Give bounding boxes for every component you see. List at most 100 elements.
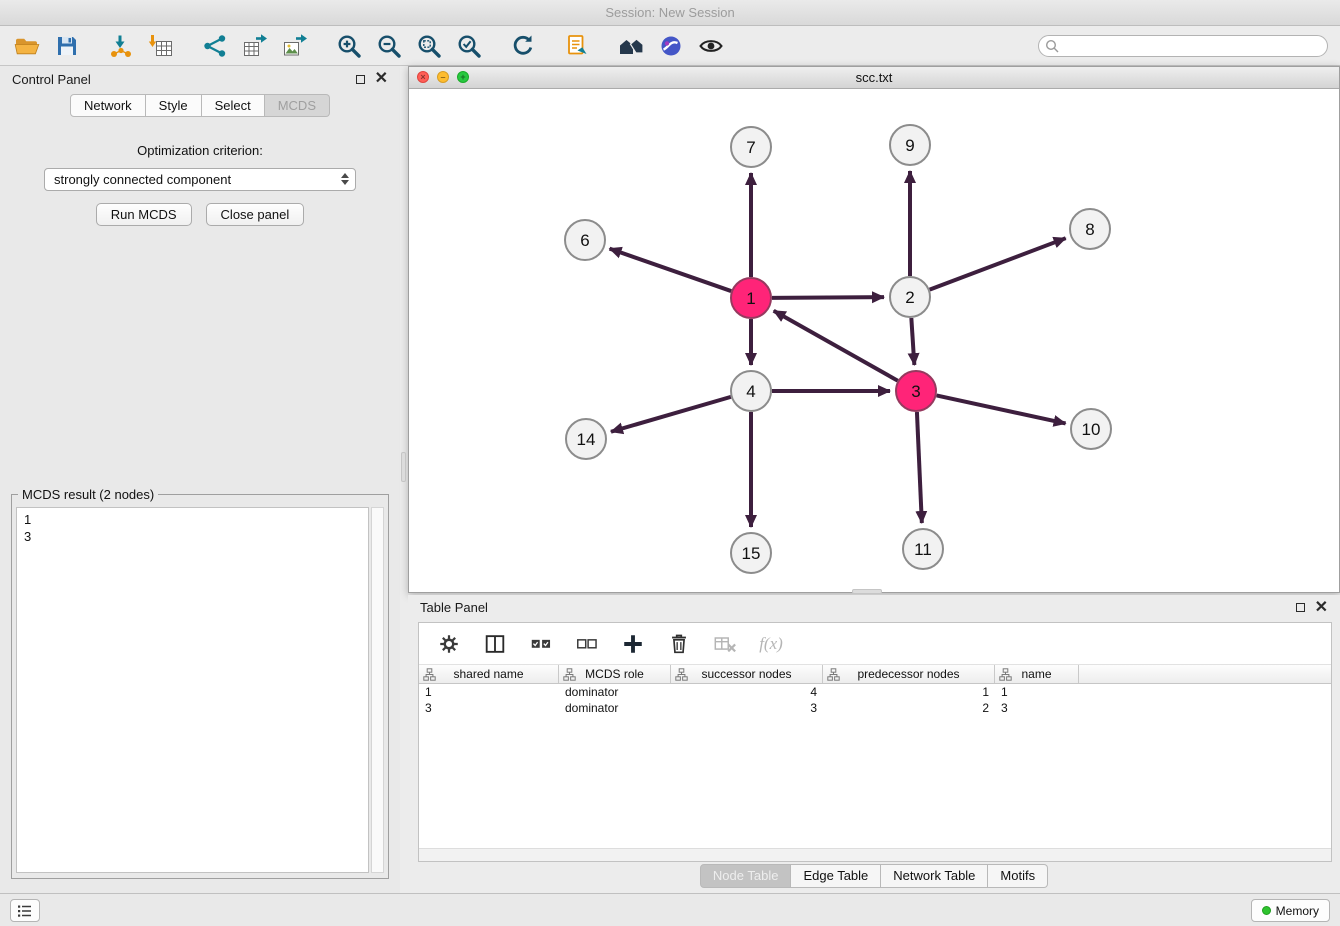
close-window-icon[interactable]: × xyxy=(417,71,429,83)
float-panel-icon[interactable] xyxy=(356,75,365,84)
table-row[interactable]: 1dominator411 xyxy=(419,684,1331,700)
node-9[interactable]: 9 xyxy=(890,125,930,165)
toolbar-group xyxy=(562,31,592,61)
home-button[interactable] xyxy=(616,31,646,61)
table-cell[interactable]: dominator xyxy=(559,684,671,700)
float-table-panel-icon[interactable] xyxy=(1296,603,1305,612)
table-horizontal-scrollbar[interactable] xyxy=(419,848,1331,861)
close-panel-icon[interactable]: ✕ xyxy=(375,71,388,87)
close-panel-button[interactable]: Close panel xyxy=(206,203,305,226)
share-network-button[interactable] xyxy=(200,31,230,61)
mcds-result-list[interactable]: 13 xyxy=(16,507,369,873)
refresh-button[interactable] xyxy=(508,31,538,61)
table-tab-motifs[interactable]: Motifs xyxy=(988,864,1048,888)
column-header-name[interactable]: name xyxy=(995,665,1079,683)
mcds-result-scrollbar[interactable] xyxy=(371,507,384,873)
mcds-result-item[interactable]: 3 xyxy=(24,528,361,545)
delete-row-icon xyxy=(667,632,691,656)
add-row-button[interactable] xyxy=(619,630,647,658)
criterion-dropdown[interactable]: strongly connected component xyxy=(44,168,356,191)
node-11[interactable]: 11 xyxy=(903,529,943,569)
memory-button[interactable]: Memory xyxy=(1251,899,1330,922)
column-header-mcds-role[interactable]: MCDS role xyxy=(559,665,671,683)
zoom-in-button[interactable] xyxy=(334,31,364,61)
table-cell[interactable]: 2 xyxy=(823,700,995,716)
task-history-button[interactable] xyxy=(10,899,40,922)
edge-3-11[interactable] xyxy=(917,412,922,523)
node-1[interactable]: 1 xyxy=(731,278,771,318)
style-button[interactable] xyxy=(656,31,686,61)
node-4[interactable]: 4 xyxy=(731,371,771,411)
zoom-out-icon xyxy=(376,33,402,59)
open-folder-button[interactable] xyxy=(12,31,42,61)
node-2[interactable]: 2 xyxy=(890,277,930,317)
node-6[interactable]: 6 xyxy=(565,220,605,260)
edge-3-1[interactable] xyxy=(774,311,898,381)
node-label: 2 xyxy=(905,288,914,307)
table-tab-network-table[interactable]: Network Table xyxy=(881,864,988,888)
run-mcds-button[interactable]: Run MCDS xyxy=(96,203,192,226)
control-tab-mcds[interactable]: MCDS xyxy=(265,94,330,117)
save-button[interactable] xyxy=(52,31,82,61)
export-image-button[interactable] xyxy=(280,31,310,61)
node-8[interactable]: 8 xyxy=(1070,209,1110,249)
column-header-shared-name[interactable]: shared name xyxy=(419,665,559,683)
mcds-result-item[interactable]: 1 xyxy=(24,511,361,528)
search-input[interactable] xyxy=(1038,35,1328,57)
table-row[interactable]: 3dominator323 xyxy=(419,700,1331,716)
list-icon xyxy=(17,904,33,918)
zoom-window-icon[interactable]: + xyxy=(457,71,469,83)
table-cell[interactable]: 3 xyxy=(671,700,823,716)
import-table-button[interactable] xyxy=(146,31,176,61)
table-cell[interactable]: 3 xyxy=(995,700,1079,716)
node-label: 6 xyxy=(580,231,589,250)
eye-button[interactable] xyxy=(696,31,726,61)
memory-label: Memory xyxy=(1276,904,1319,918)
table-cell[interactable]: 4 xyxy=(671,684,823,700)
edge-2-3[interactable] xyxy=(911,318,914,365)
table-cell[interactable]: 3 xyxy=(419,700,559,716)
open-folder-icon xyxy=(14,33,40,59)
node-label: 8 xyxy=(1085,220,1094,239)
zoom-fit-button[interactable] xyxy=(414,31,444,61)
export-table-button[interactable] xyxy=(240,31,270,61)
edge-2-8[interactable] xyxy=(930,238,1066,289)
edge-1-2[interactable] xyxy=(772,297,884,298)
table-panel-header: Table Panel ✕ xyxy=(408,595,1340,620)
table-cell[interactable]: 1 xyxy=(995,684,1079,700)
control-tab-select[interactable]: Select xyxy=(202,94,265,117)
columns-button[interactable] xyxy=(481,630,509,658)
edge-3-10[interactable] xyxy=(937,395,1066,423)
control-tab-network[interactable]: Network xyxy=(70,94,146,117)
select-all-button[interactable] xyxy=(527,630,555,658)
vertical-splitter-grip[interactable] xyxy=(401,452,406,482)
edge-1-6[interactable] xyxy=(610,249,732,291)
deselect-all-button[interactable] xyxy=(573,630,601,658)
network-graph[interactable]: 7 9 6 8 1 2 4 3 14 10 15 11 xyxy=(409,89,1339,591)
close-table-panel-icon[interactable]: ✕ xyxy=(1315,600,1328,616)
table-cell[interactable]: dominator xyxy=(559,700,671,716)
clipboard-button[interactable] xyxy=(562,31,592,61)
table-cell[interactable]: 1 xyxy=(419,684,559,700)
minimize-window-icon[interactable]: – xyxy=(437,71,449,83)
column-header-successor-nodes[interactable]: successor nodes xyxy=(671,665,823,683)
node-14[interactable]: 14 xyxy=(566,419,606,459)
gear-button[interactable] xyxy=(435,630,463,658)
node-10[interactable]: 10 xyxy=(1071,409,1111,449)
table-toolbar: f(x) xyxy=(419,623,1331,665)
zoom-selected-button[interactable] xyxy=(454,31,484,61)
edge-4-14[interactable] xyxy=(611,397,731,432)
horizontal-splitter-grip[interactable] xyxy=(852,589,882,594)
column-header-predecessor-nodes[interactable]: predecessor nodes xyxy=(823,665,995,683)
table-tab-edge-table[interactable]: Edge Table xyxy=(791,864,881,888)
table-tab-node-table[interactable]: Node Table xyxy=(700,864,792,888)
import-network-button[interactable] xyxy=(106,31,136,61)
control-tab-style[interactable]: Style xyxy=(146,94,202,117)
node-7[interactable]: 7 xyxy=(731,127,771,167)
table-cell[interactable]: 1 xyxy=(823,684,995,700)
delete-row-button[interactable] xyxy=(665,630,693,658)
zoom-out-button[interactable] xyxy=(374,31,404,61)
node-15[interactable]: 15 xyxy=(731,533,771,573)
node-3[interactable]: 3 xyxy=(896,371,936,411)
column-type-icon xyxy=(675,668,688,681)
